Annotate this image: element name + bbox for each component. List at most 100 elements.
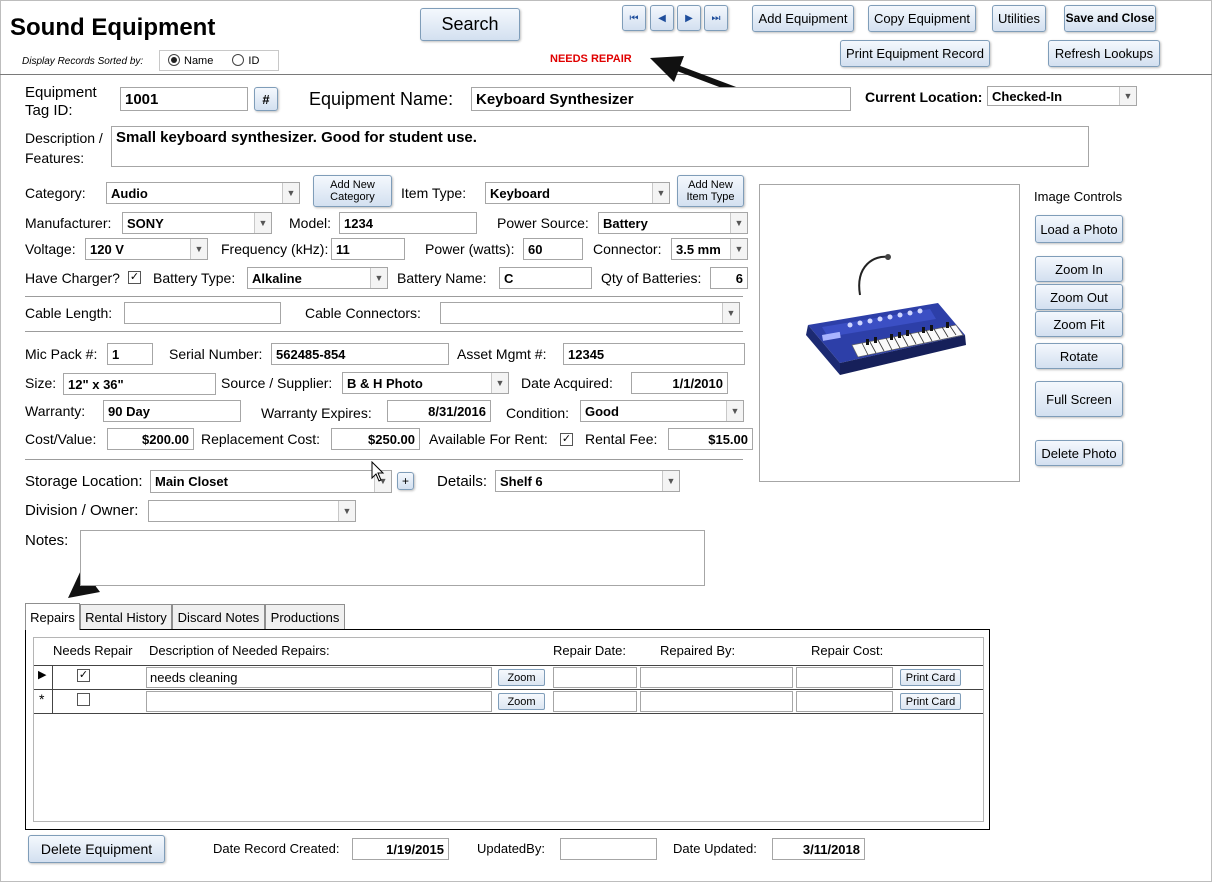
- next-record-button[interactable]: ▶: [677, 5, 701, 31]
- tag-id-field[interactable]: 1001: [120, 87, 248, 111]
- repaired-by-field[interactable]: [640, 691, 793, 712]
- needs-repair-checkbox[interactable]: ✓: [77, 669, 90, 682]
- zoom-out-button[interactable]: Zoom Out: [1035, 284, 1123, 310]
- replacement-cost-field[interactable]: $250.00: [331, 428, 420, 450]
- needs-repair-checkbox[interactable]: [77, 693, 90, 706]
- tab-productions[interactable]: Productions: [265, 604, 345, 629]
- full-screen-button[interactable]: Full Screen: [1035, 381, 1123, 417]
- connector-select[interactable]: 3.5 mm ▼: [671, 238, 748, 260]
- available-rent-checkbox[interactable]: ✓: [560, 433, 573, 446]
- add-storage-button[interactable]: +: [397, 472, 414, 490]
- date-created-field[interactable]: 1/19/2015: [352, 838, 449, 860]
- date-acquired-field[interactable]: 1/1/2010: [631, 372, 728, 394]
- zoom-description-button[interactable]: Zoom: [498, 669, 545, 686]
- save-close-button[interactable]: Save and Close: [1064, 5, 1156, 32]
- first-record-button[interactable]: ⏮: [622, 5, 646, 31]
- copy-equipment-button[interactable]: Copy Equipment: [868, 5, 976, 32]
- previous-record-button[interactable]: ◀: [650, 5, 674, 31]
- zoom-description-button[interactable]: Zoom: [498, 693, 545, 710]
- repaired-by-field[interactable]: [640, 667, 793, 688]
- warranty-field[interactable]: 90 Day: [103, 400, 241, 422]
- zoom-in-button[interactable]: Zoom In: [1035, 256, 1123, 282]
- chevron-down-icon[interactable]: ▼: [338, 501, 355, 521]
- repair-description-field[interactable]: [146, 691, 492, 712]
- equipment-name-field[interactable]: Keyboard Synthesizer: [471, 87, 851, 111]
- updated-by-field[interactable]: [560, 838, 657, 860]
- last-record-button[interactable]: ⏭: [704, 5, 728, 31]
- sort-option-id[interactable]: ID: [232, 54, 259, 67]
- repair-description-field[interactable]: needs cleaning: [146, 667, 492, 688]
- cable-length-field[interactable]: [124, 302, 281, 324]
- print-record-button[interactable]: Print Equipment Record: [840, 40, 990, 67]
- chevron-down-icon[interactable]: ▼: [282, 183, 299, 203]
- model-field[interactable]: 1234: [339, 212, 477, 234]
- zoom-fit-button[interactable]: Zoom Fit: [1035, 311, 1123, 337]
- battery-name-field[interactable]: C: [499, 267, 592, 289]
- add-category-button[interactable]: Add New Category: [313, 175, 392, 207]
- delete-equipment-button[interactable]: Delete Equipment: [28, 835, 165, 863]
- chevron-down-icon[interactable]: ▼: [726, 401, 743, 421]
- chevron-down-icon[interactable]: ▼: [190, 239, 207, 259]
- refresh-lookups-button[interactable]: Refresh Lookups: [1048, 40, 1160, 67]
- manufacturer-select[interactable]: SONY ▼: [122, 212, 272, 234]
- chevron-down-icon[interactable]: ▼: [370, 268, 387, 288]
- asset-mgmt-field[interactable]: 12345: [563, 343, 745, 365]
- equipment-photo-frame[interactable]: [759, 184, 1020, 482]
- description-field[interactable]: Small keyboard synthesizer. Good for stu…: [111, 126, 1089, 167]
- category-select[interactable]: Audio ▼: [106, 182, 300, 204]
- rental-fee-field[interactable]: $15.00: [668, 428, 753, 450]
- mic-pack-field[interactable]: 1: [107, 343, 153, 365]
- tab-discard-notes[interactable]: Discard Notes: [172, 604, 265, 629]
- chevron-down-icon[interactable]: ▼: [730, 213, 747, 233]
- add-item-type-button[interactable]: Add New Item Type: [677, 175, 744, 207]
- new-record-icon[interactable]: *: [39, 691, 44, 707]
- chevron-down-icon[interactable]: ▼: [662, 471, 679, 491]
- current-location-select[interactable]: Checked-In ▼: [987, 86, 1137, 106]
- voltage-select[interactable]: 120 V ▼: [85, 238, 208, 260]
- tab-repairs[interactable]: Repairs: [25, 603, 80, 630]
- utilities-button[interactable]: Utilities: [992, 5, 1046, 32]
- size-field[interactable]: 12" x 36": [63, 373, 216, 395]
- print-card-button[interactable]: Print Card: [900, 693, 961, 710]
- chevron-down-icon[interactable]: ▼: [1119, 87, 1136, 105]
- chevron-down-icon[interactable]: ▼: [254, 213, 271, 233]
- condition-select[interactable]: Good ▼: [580, 400, 744, 422]
- qty-batteries-field[interactable]: 6: [710, 267, 748, 289]
- sort-option-name[interactable]: Name: [168, 54, 213, 67]
- notes-field[interactable]: [80, 530, 705, 586]
- tab-rental-history[interactable]: Rental History: [80, 604, 172, 629]
- table-row[interactable]: ▶ ✓ needs cleaning Zoom Print Card: [34, 666, 983, 689]
- hash-button[interactable]: #: [254, 87, 278, 111]
- item-type-select[interactable]: Keyboard ▼: [485, 182, 670, 204]
- delete-photo-button[interactable]: Delete Photo: [1035, 440, 1123, 466]
- date-updated-field[interactable]: 3/11/2018: [772, 838, 865, 860]
- battery-type-select[interactable]: Alkaline ▼: [247, 267, 388, 289]
- repair-cost-field[interactable]: [796, 667, 893, 688]
- chevron-down-icon[interactable]: ▼: [730, 239, 747, 259]
- cable-connectors-select[interactable]: ▼: [440, 302, 740, 324]
- repair-date-field[interactable]: [553, 691, 637, 712]
- supplier-select[interactable]: B & H Photo ▼: [342, 372, 509, 394]
- search-button[interactable]: Search: [420, 8, 520, 41]
- frequency-field[interactable]: 11: [331, 238, 405, 260]
- details-select[interactable]: Shelf 6 ▼: [495, 470, 680, 492]
- serial-number-field[interactable]: 562485-854: [271, 343, 449, 365]
- add-equipment-button[interactable]: Add Equipment: [752, 5, 854, 32]
- chevron-down-icon[interactable]: ▼: [722, 303, 739, 323]
- load-photo-button[interactable]: Load a Photo: [1035, 215, 1123, 243]
- table-row[interactable]: * Zoom Print Card: [34, 690, 983, 713]
- repair-cost-field[interactable]: [796, 691, 893, 712]
- repair-date-field[interactable]: [553, 667, 637, 688]
- print-card-button[interactable]: Print Card: [900, 669, 961, 686]
- charger-checkbox[interactable]: ✓: [128, 271, 141, 284]
- power-source-select[interactable]: Battery ▼: [598, 212, 748, 234]
- record-selector-icon[interactable]: ▶: [38, 668, 46, 681]
- division-owner-select[interactable]: ▼: [148, 500, 356, 522]
- chevron-down-icon[interactable]: ▼: [491, 373, 508, 393]
- cost-value-field[interactable]: $200.00: [107, 428, 194, 450]
- warranty-expires-field[interactable]: 8/31/2016: [387, 400, 491, 422]
- rotate-button[interactable]: Rotate: [1035, 343, 1123, 369]
- chevron-down-icon[interactable]: ▼: [652, 183, 669, 203]
- power-watts-field[interactable]: 60: [523, 238, 583, 260]
- storage-location-select[interactable]: Main Closet ▼: [150, 470, 392, 493]
